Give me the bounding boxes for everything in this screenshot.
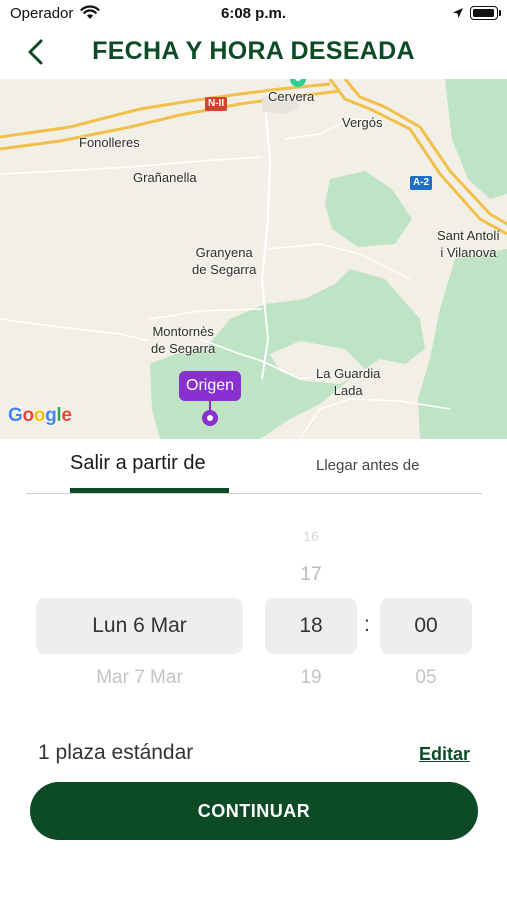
date-picker-selected[interactable]: Lun 6 Mar (36, 598, 243, 654)
origin-pin-icon[interactable] (202, 410, 218, 426)
minute-picker-selected[interactable]: 00 (380, 598, 472, 654)
place-sant-antoli: Sant Antolí i Vilanova (437, 227, 500, 261)
tab-arrive-before[interactable]: Llegar antes de (316, 457, 419, 474)
place-granyanella: Grañanella (133, 170, 197, 185)
place-montornes: Montornès de Segarra (151, 323, 215, 357)
battery-cap (499, 10, 501, 16)
place-la-guardia: La Guardia Lada (316, 365, 380, 399)
place-sant-antoli-line1: Sant Antolí (437, 228, 500, 243)
seat-summary: 1 plaza estándar (38, 741, 194, 764)
place-granyena: Granyena de Segarra (192, 244, 256, 278)
time-separator: : (364, 613, 370, 636)
hour-picker-selected[interactable]: 18 (265, 598, 357, 654)
header: FECHA Y HORA DESEADA (0, 28, 507, 78)
active-tab-indicator (70, 488, 229, 493)
place-montornes-line2: de Segarra (151, 341, 216, 356)
minute-option-05[interactable]: 05 (380, 667, 472, 689)
google-logo: Google (8, 405, 72, 426)
place-granyena-line2: de Segarra (192, 262, 257, 277)
status-bar: Operador 6:08 p.m. (0, 0, 507, 28)
origin-marker-label[interactable]: Origen (179, 371, 242, 401)
place-fonolleres: Fonolleres (79, 135, 140, 150)
hour-option-19[interactable]: 19 (265, 667, 357, 689)
status-time: 6:08 p.m. (220, 5, 287, 22)
place-sant-antoli-line2: i Vilanova (440, 245, 497, 260)
date-option-next[interactable]: Mar 7 Mar (36, 667, 243, 689)
place-montornes-line1: Montornès (152, 324, 214, 339)
place-vergos: Vergós (342, 115, 383, 130)
tab-depart-after[interactable]: Salir a partir de (70, 452, 206, 475)
time-mode-tabs: Salir a partir de Llegar antes de (26, 440, 482, 494)
location-arrow-icon (453, 8, 463, 18)
map-view[interactable]: N-II A-2 Cervera Fonolleres Vergós Graña… (0, 79, 507, 439)
continue-button[interactable]: CONTINUAR (30, 782, 478, 840)
road-badge-a2: A-2 (410, 176, 433, 190)
hour-option-16[interactable]: 16 (265, 528, 357, 544)
hour-option-17[interactable]: 17 (265, 564, 357, 586)
page-title: FECHA Y HORA DESEADA (92, 37, 415, 65)
place-la-guardia-line1: La Guardia (316, 366, 381, 381)
place-cervera: Cervera (268, 89, 315, 104)
battery-icon (470, 6, 498, 20)
origin-marker-stem (209, 401, 211, 410)
edit-seats-link[interactable]: Editar (419, 744, 470, 765)
place-la-guardia-line2: Lada (333, 383, 363, 398)
road-badge-n2: N-II (205, 97, 228, 111)
place-granyena-line1: Granyena (195, 245, 253, 260)
